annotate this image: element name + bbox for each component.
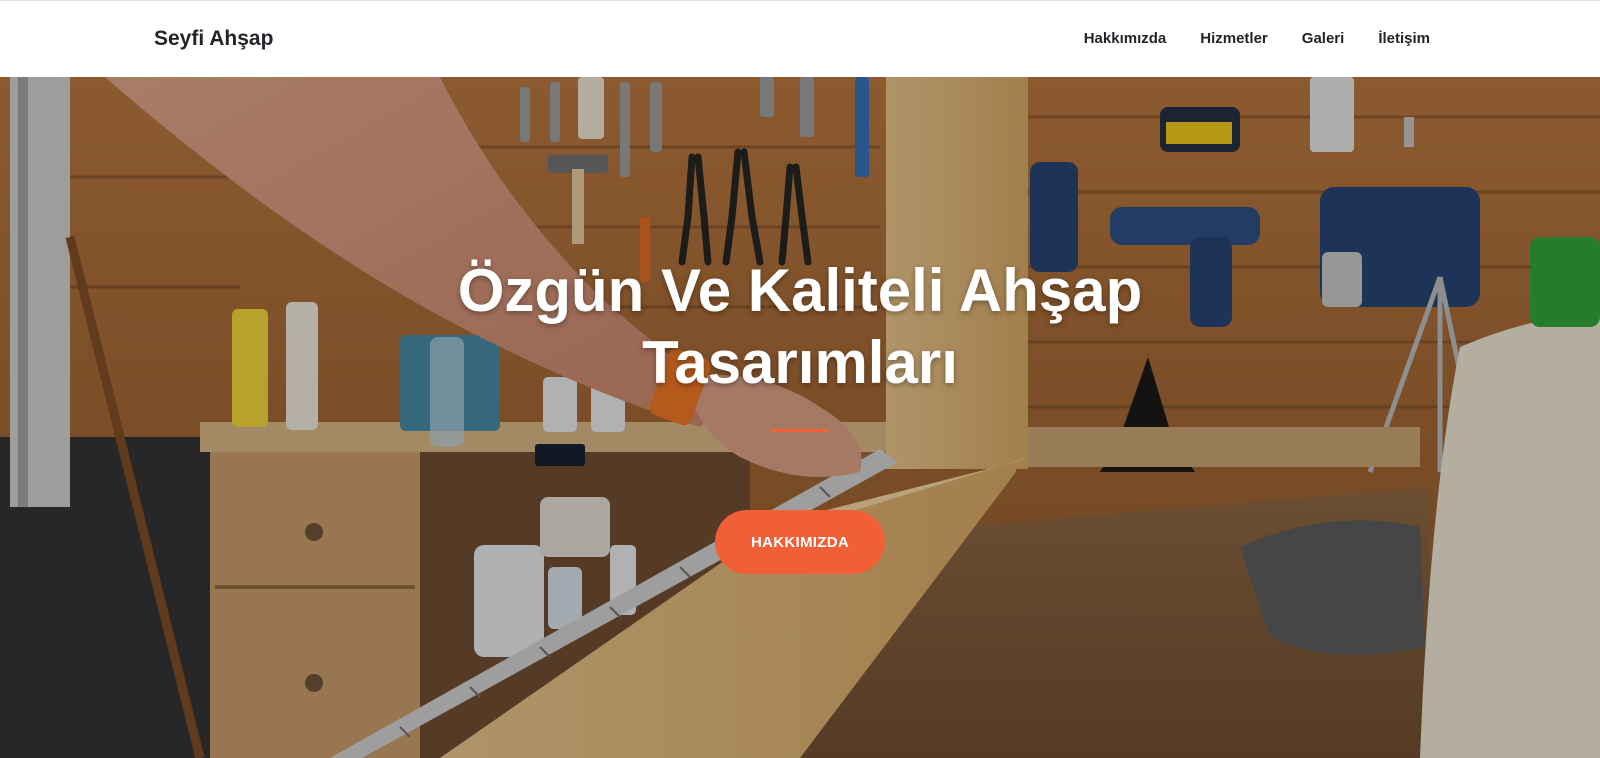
nav-item: Galeri	[1302, 30, 1345, 48]
accent-divider	[772, 429, 828, 432]
nav-item: İletişim	[1378, 30, 1430, 48]
hero-title: Özgün Ve Kaliteli Ahşap Tasarımları	[457, 257, 1143, 396]
nav-item: Hakkımızda	[1084, 30, 1167, 48]
nav-link-iletisim[interactable]: İletişim	[1378, 30, 1430, 47]
nav-menu: Hakkımızda Hizmetler Galeri İletişim	[1084, 30, 1430, 48]
nav-link-galeri[interactable]: Galeri	[1302, 30, 1345, 47]
brand-logo-link[interactable]: Seyfi Ahşap	[154, 27, 273, 51]
hero-content: Özgün Ve Kaliteli Ahşap Tasarımları HAKK…	[0, 77, 1600, 758]
about-us-button[interactable]: HAKKIMIZDA	[715, 510, 885, 574]
top-navbar: Seyfi Ahşap Hakkımızda Hizmetler Galeri …	[0, 0, 1600, 77]
nav-link-hizmetler[interactable]: Hizmetler	[1200, 30, 1268, 47]
nav-link-hakkimizda[interactable]: Hakkımızda	[1084, 30, 1167, 47]
hero-section: Özgün Ve Kaliteli Ahşap Tasarımları HAKK…	[0, 77, 1600, 758]
nav-item: Hizmetler	[1200, 30, 1268, 48]
